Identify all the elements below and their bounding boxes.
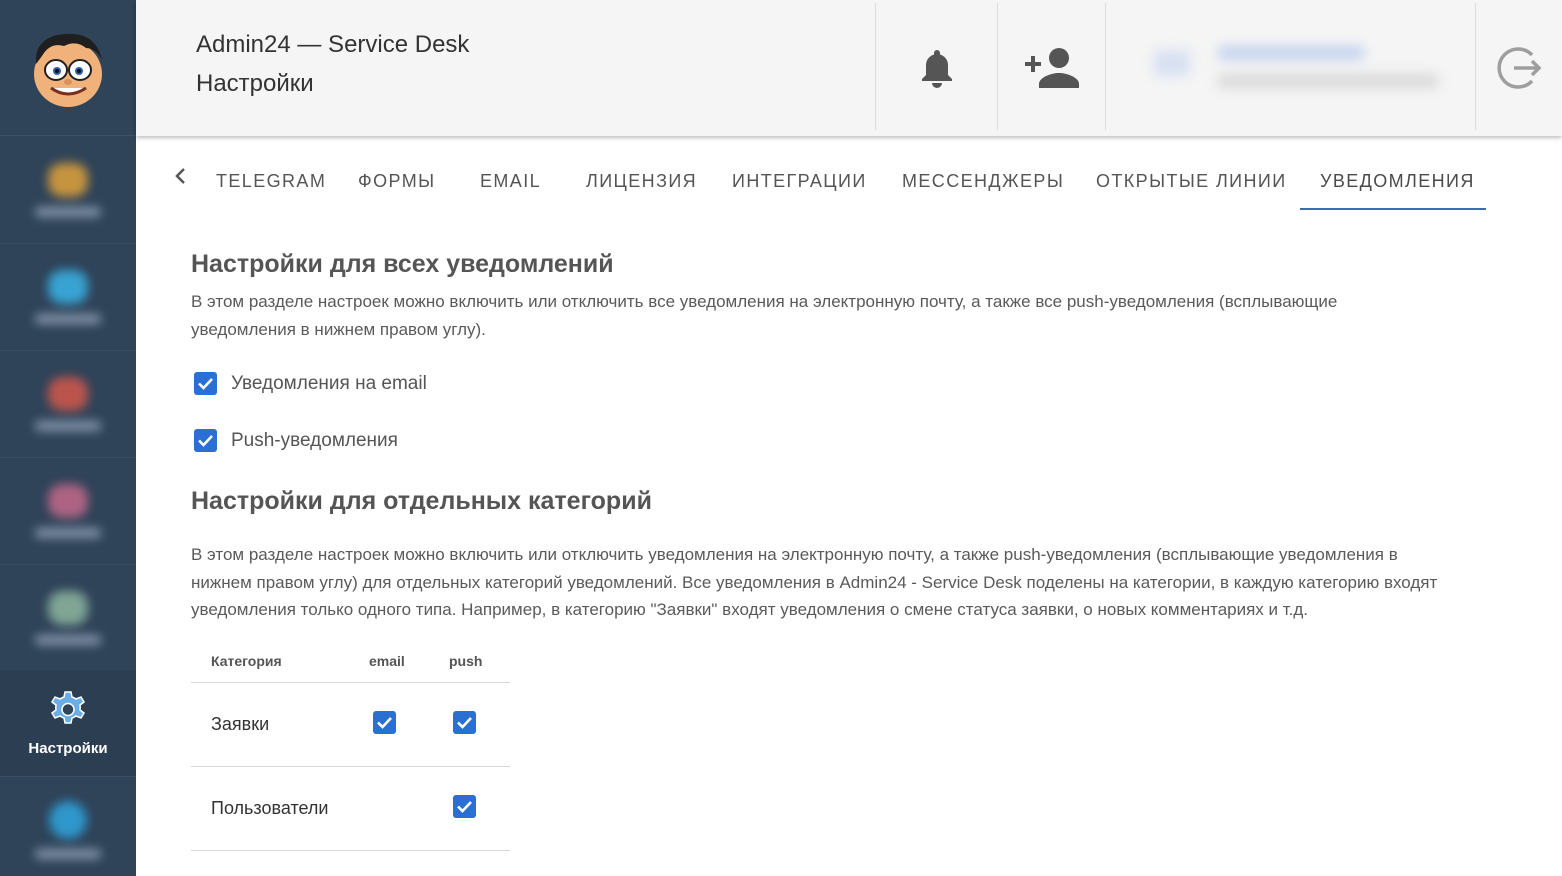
blurred-icon xyxy=(49,801,87,839)
tab-email[interactable]: EMAIL xyxy=(480,172,541,190)
table-divider xyxy=(191,682,510,683)
email-notifications-checkbox[interactable] xyxy=(194,372,217,395)
tab-license[interactable]: ЛИЦЕНЗИЯ xyxy=(586,172,697,190)
push-notifications-label: Push-уведомления xyxy=(231,429,398,451)
table-header-category: Категория xyxy=(211,653,282,669)
logout-button[interactable] xyxy=(1476,0,1562,136)
avatar-logo-icon xyxy=(34,33,102,107)
tab-open-lines[interactable]: ОТКРЫТЫЕ ЛИНИИ xyxy=(1096,172,1287,190)
row-users-push-checkbox[interactable] xyxy=(453,795,476,818)
gear-icon xyxy=(51,690,85,724)
app-logo[interactable] xyxy=(0,0,136,136)
sidebar-item-settings[interactable]: Настройки xyxy=(0,670,136,777)
section-all-title: Настройки для всех уведомлений xyxy=(191,250,614,278)
notifications-button[interactable] xyxy=(876,0,997,136)
table-divider xyxy=(191,850,510,851)
app-title: Admin24 — Service Desk xyxy=(196,31,470,58)
table-row-category: Заявки xyxy=(211,714,270,734)
sidebar-item-3[interactable] xyxy=(0,351,136,458)
blurred-icon xyxy=(48,377,88,411)
header-divider xyxy=(1105,3,1106,130)
section-categories-description: В этом разделе настроек можно включить и… xyxy=(191,545,1438,619)
check-icon xyxy=(377,717,392,729)
check-icon xyxy=(457,801,472,813)
sidebar: Настройки xyxy=(0,0,136,876)
bell-icon xyxy=(921,50,952,88)
logout-icon xyxy=(1497,47,1542,89)
table-header-email: email xyxy=(369,653,405,669)
settings-tabs: TELEGRAM ФОРМЫ EMAIL ЛИЦЕНЗИЯ ИНТЕГРАЦИИ… xyxy=(136,136,1562,212)
tab-forms[interactable]: ФОРМЫ xyxy=(358,172,435,190)
table-row-category: Пользователи xyxy=(211,798,329,818)
section-categories-title: Настройки для отдельных категорий xyxy=(191,487,652,515)
active-tab-indicator xyxy=(1300,208,1486,210)
push-notifications-checkbox-row[interactable]: Push-уведомления xyxy=(194,429,398,452)
email-notifications-label: Уведомления на email xyxy=(231,372,427,394)
tab-telegram[interactable]: TELEGRAM xyxy=(216,172,326,190)
header: Admin24 — Service Desk Настройки xyxy=(136,0,1562,136)
sidebar-item-2[interactable] xyxy=(0,244,136,351)
check-icon xyxy=(198,435,213,447)
add-user-button[interactable] xyxy=(998,0,1105,136)
page-title: Настройки xyxy=(196,70,314,97)
blurred-icon xyxy=(48,484,88,518)
tab-notifications[interactable]: УВЕДОМЛЕНИЯ xyxy=(1320,172,1475,190)
add-user-icon xyxy=(1024,48,1079,88)
check-icon xyxy=(198,378,213,390)
sidebar-item-5[interactable] xyxy=(0,565,136,672)
tab-integrations[interactable]: ИНТЕГРАЦИИ xyxy=(732,172,867,190)
blurred-icon xyxy=(48,270,88,304)
sidebar-item-4[interactable] xyxy=(0,458,136,565)
blurred-icon xyxy=(48,591,88,625)
blurred-icon xyxy=(48,163,88,197)
sidebar-item-1[interactable] xyxy=(0,137,136,244)
push-notifications-checkbox[interactable] xyxy=(194,429,217,452)
sidebar-item-settings-label: Настройки xyxy=(28,739,108,757)
table-header-push: push xyxy=(449,653,483,669)
row-tickets-push-checkbox[interactable] xyxy=(453,711,476,734)
check-icon xyxy=(457,717,472,729)
tab-messengers[interactable]: МЕССЕНДЖЕРЫ xyxy=(902,172,1064,190)
chevron-left-icon[interactable] xyxy=(174,166,188,186)
section-all-description: В этом разделе настроек можно включить и… xyxy=(191,292,1338,339)
table-divider xyxy=(191,766,510,767)
user-profile-blurred[interactable] xyxy=(1134,30,1456,110)
email-notifications-checkbox-row[interactable]: Уведомления на email xyxy=(194,372,427,395)
row-tickets-email-checkbox[interactable] xyxy=(373,711,396,734)
sidebar-item-6[interactable] xyxy=(0,777,136,876)
